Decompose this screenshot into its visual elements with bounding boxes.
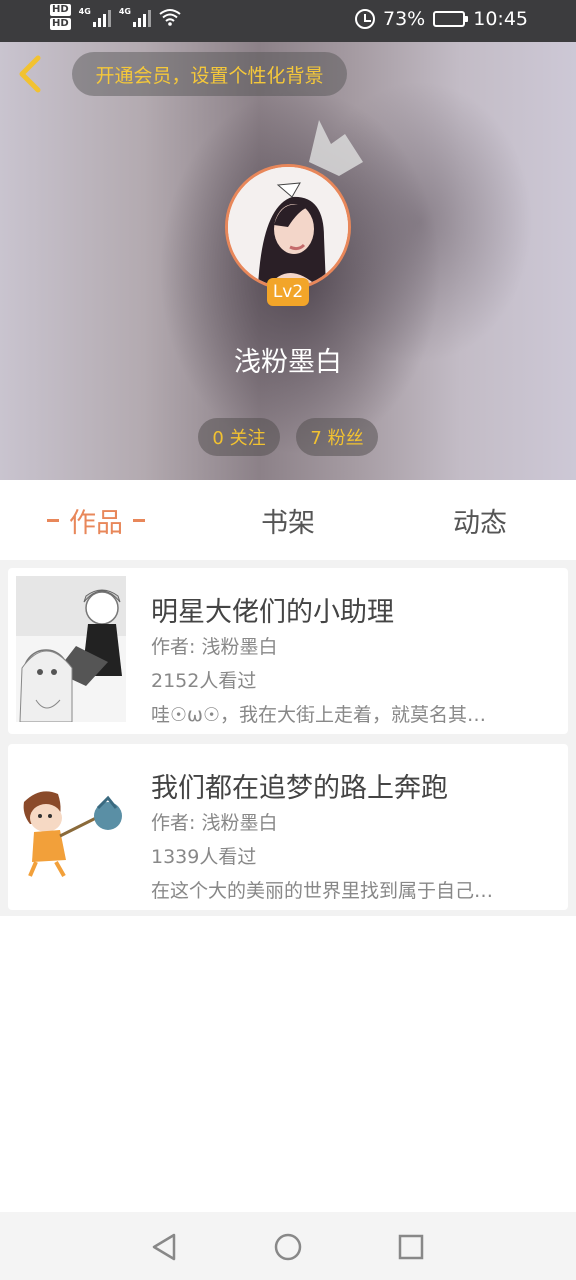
- work-author: 作者: 浅粉墨白: [151, 636, 278, 658]
- profile-header: 开通会员，设置个性化背景 Lv2 浅粉墨白 0 关注 7 粉丝: [0, 42, 576, 480]
- work-views: 1339人看过: [151, 846, 257, 868]
- status-bar: HD HD 4G 4G 73% 10:45: [0, 0, 576, 42]
- tab-works-label: 作品: [69, 507, 123, 539]
- clock: 10:45: [473, 8, 528, 30]
- username: 浅粉墨白: [234, 347, 342, 378]
- vip-banner-button[interactable]: 开通会员，设置个性化背景: [72, 52, 347, 96]
- status-right: 73% 10:45: [355, 8, 528, 30]
- hd-badge-2: HD: [50, 18, 71, 30]
- cover-image: [16, 752, 126, 898]
- nav-recents-icon[interactable]: [396, 1232, 426, 1262]
- back-arrow-icon[interactable]: [14, 54, 48, 94]
- tab-indicator-left: [47, 518, 59, 522]
- tab-bar: 作品 书架 动态: [0, 480, 576, 560]
- hd-badge-1: HD: [50, 4, 71, 16]
- hd-indicators: HD HD: [50, 4, 71, 30]
- battery-icon: [433, 11, 469, 27]
- signal-icon-2: 4G: [119, 7, 151, 27]
- nav-home-icon[interactable]: [273, 1232, 303, 1262]
- avatar[interactable]: [225, 164, 351, 290]
- tab-indicator-right: [133, 518, 145, 522]
- tab-activity[interactable]: 动态: [384, 480, 576, 560]
- work-description: 哇☉ω☉，我在大街上走着，就莫名其…: [151, 704, 486, 726]
- tab-bookshelf[interactable]: 书架: [192, 480, 384, 560]
- wifi-icon: [159, 9, 181, 26]
- fans-count-button[interactable]: 7 粉丝: [296, 418, 378, 456]
- tab-bookshelf-label: 书架: [261, 507, 315, 539]
- nav-back-icon[interactable]: [150, 1232, 180, 1262]
- avatar-image: [228, 167, 348, 287]
- work-title: 明星大佬们的小助理: [151, 597, 394, 628]
- tab-activity-label: 动态: [453, 507, 507, 539]
- list-item[interactable]: 明星大佬们的小助理 作者: 浅粉墨白 2152人看过 哇☉ω☉，我在大街上走着，…: [8, 568, 568, 734]
- alarm-icon: [355, 9, 375, 29]
- work-description: 在这个大的美丽的世界里找到属于自己…: [151, 880, 494, 902]
- signal-label-1: 4G: [78, 7, 91, 16]
- system-nav-bar: [0, 1212, 576, 1280]
- battery-percent: 73%: [383, 8, 426, 30]
- work-views: 2152人看过: [151, 670, 257, 692]
- signal-label-2: 4G: [118, 7, 131, 16]
- list-item[interactable]: 我们都在追梦的路上奔跑 作者: 浅粉墨白 1339人看过 在这个大的美丽的世界里…: [8, 744, 568, 910]
- level-badge: Lv2: [267, 278, 309, 306]
- work-title: 我们都在追梦的路上奔跑: [151, 773, 448, 804]
- cover-image: [16, 576, 126, 722]
- tab-works[interactable]: 作品: [0, 480, 192, 560]
- following-count-button[interactable]: 0 关注: [198, 418, 280, 456]
- signal-icon-1: 4G: [79, 7, 111, 27]
- work-author: 作者: 浅粉墨白: [151, 812, 278, 834]
- status-left: HD HD 4G 4G: [50, 4, 181, 30]
